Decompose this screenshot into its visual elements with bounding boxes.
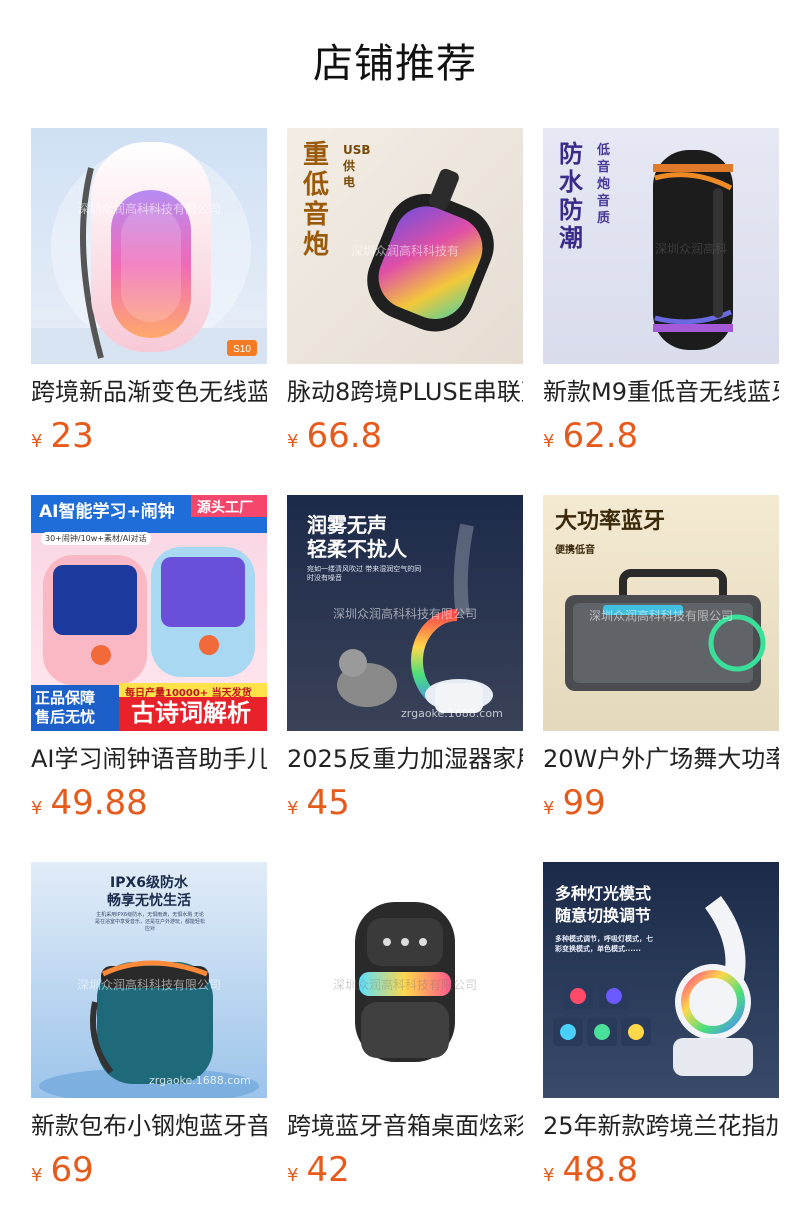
image-headline: 重低音炮	[303, 140, 330, 260]
image-subline: 随意切换调节	[555, 906, 652, 925]
product-name[interactable]: 新款包布小钢炮蓝牙音箱	[31, 1110, 267, 1142]
price-value: 66.8	[306, 416, 383, 456]
page-title: 店铺推荐	[313, 41, 477, 87]
product-price: ¥62.8	[543, 416, 638, 456]
image-side-text: USB供电	[343, 143, 371, 189]
image-headline: 润雾无声	[307, 513, 387, 537]
product-price: ¥48.8	[543, 1150, 638, 1190]
product-image[interactable]: 深圳众润高科科技有限公司	[287, 862, 523, 1098]
product-card[interactable]: 润雾无声 轻柔不扰人 宛如一缕清风吹过 带来湿润空气的同时没有噪音 深圳众润高科…	[287, 495, 523, 825]
badge-text: S10	[233, 344, 251, 355]
product-name[interactable]: AI学习闹钟语音助手儿童	[31, 743, 267, 775]
banner-text: 古诗词解析	[131, 699, 251, 727]
product-card[interactable]: 深圳众润高科科技有限公司 跨境蓝牙音箱桌面炫彩灯 ¥42	[287, 862, 523, 1192]
price-value: 45	[306, 783, 350, 823]
product-price: ¥66.8	[287, 416, 382, 456]
product-image[interactable]: IPX6级防水 畅享无忧生活 主机采用IPX6级防水，无惧雨滴，无惧水溅 无论是…	[31, 862, 267, 1098]
product-card[interactable]: 多种灯光模式 随意切换调节 多种模式调节，呼吸灯模式，七彩变换模式，单色模式..…	[543, 862, 779, 1192]
product-image[interactable]: 大功率蓝牙 便携低音 深圳众润高科科技有限公司	[543, 495, 779, 731]
product-image[interactable]: 多种灯光模式 随意切换调节 多种模式调节，呼吸灯模式，七彩变换模式，单色模式..…	[543, 862, 779, 1098]
price-value: 99	[562, 783, 606, 823]
currency-symbol: ¥	[287, 798, 299, 819]
image-subline: 畅享无忧生活	[107, 893, 191, 909]
currency-symbol: ¥	[543, 798, 555, 819]
product-price: ¥23	[31, 416, 94, 456]
image-note: 主机采用IPX6级防水，无惧雨滴，无惧水溅 无论是在浴室中享受音乐，还是在户外游…	[95, 912, 206, 932]
product-card[interactable]: AI智能学习+闹钟 30+闹钟/10w+素材/AI对话 源头工厂 正品保障 售后…	[31, 495, 267, 825]
price-value: 62.8	[562, 416, 639, 456]
price-value: 42	[306, 1150, 350, 1190]
product-name[interactable]: 20W户外广场舞大功率音箱	[543, 743, 779, 775]
shop-url: zrgaoke.1688.com	[149, 1074, 251, 1087]
product-card[interactable]: 重低音炮 USB供电 深圳众润高科科技有 脉动8跨境PLUSE串联蓝牙音箱 ¥6…	[287, 128, 523, 458]
image-side-text: 低音炮音质	[597, 143, 611, 226]
product-price: ¥42	[287, 1150, 350, 1190]
product-name[interactable]: 跨境新品渐变色无线蓝牙音箱	[31, 376, 267, 408]
currency-symbol: ¥	[31, 798, 43, 819]
product-price: ¥99	[543, 783, 606, 823]
price-value: 48.8	[562, 1150, 639, 1190]
image-subline: 便携低音	[555, 545, 595, 556]
image-headline: 大功率蓝牙	[555, 509, 666, 534]
image-headline: IPX6级防水	[109, 875, 188, 891]
product-image[interactable]: S10 深圳众润高科科技有限公司	[31, 128, 267, 364]
product-price: ¥69	[31, 1150, 94, 1190]
product-name[interactable]: 2025反重力加湿器家用	[287, 743, 523, 775]
product-image[interactable]: 润雾无声 轻柔不扰人 宛如一缕清风吹过 带来湿润空气的同时没有噪音 深圳众润高科…	[287, 495, 523, 731]
product-name[interactable]: 新款M9重低音无线蓝牙音箱	[543, 376, 779, 408]
product-card[interactable]: 防水防潮 低音炮音质 深圳众润高科 新款M9重低音无线蓝牙音箱 ¥62.8	[543, 128, 779, 458]
image-headline: 防水防潮	[559, 140, 583, 252]
image-note: 多种模式调节，呼吸灯模式，七彩变换模式，单色模式......	[555, 935, 653, 953]
image-subline: 轻柔不扰人	[307, 537, 407, 561]
product-card[interactable]: 大功率蓝牙 便携低音 深圳众润高科科技有限公司 20W户外广场舞大功率音箱 ¥9…	[543, 495, 779, 825]
product-image[interactable]: 重低音炮 USB供电 深圳众润高科科技有	[287, 128, 523, 364]
product-name[interactable]: 25年新款跨境兰花指加湿器	[543, 1110, 779, 1142]
product-price: ¥45	[287, 783, 350, 823]
currency-symbol: ¥	[287, 1165, 299, 1186]
product-name[interactable]: 脉动8跨境PLUSE串联蓝牙音箱	[287, 376, 523, 408]
currency-symbol: ¥	[287, 431, 299, 452]
price-value: 49.88	[50, 783, 148, 823]
image-note: 宛如一缕清风吹过 带来湿润空气的同时没有噪音	[307, 565, 422, 582]
product-image[interactable]: AI智能学习+闹钟 30+闹钟/10w+素材/AI对话 源头工厂 正品保障 售后…	[31, 495, 267, 731]
currency-symbol: ¥	[31, 1165, 43, 1186]
product-card[interactable]: S10 深圳众润高科科技有限公司 跨境新品渐变色无线蓝牙音箱 ¥23	[31, 128, 267, 458]
image-headline: 多种灯光模式	[555, 884, 652, 903]
price-value: 69	[50, 1150, 94, 1190]
price-value: 23	[50, 416, 94, 456]
product-name[interactable]: 跨境蓝牙音箱桌面炫彩灯	[287, 1110, 523, 1142]
currency-symbol: ¥	[543, 431, 555, 452]
guarantee-badge: 正品保障 售后无忧	[35, 689, 96, 726]
product-card[interactable]: IPX6级防水 畅享无忧生活 主机采用IPX6级防水，无惧雨滴，无惧水溅 无论是…	[31, 862, 267, 1192]
image-headline: AI智能学习+闹钟	[39, 502, 175, 522]
product-price: ¥49.88	[31, 783, 148, 823]
shop-url: zrgaoke.1688.com	[401, 707, 503, 720]
image-subline: 30+闹钟/10w+素材/AI对话	[41, 532, 151, 545]
corner-label: 源头工厂	[197, 500, 253, 516]
currency-symbol: ¥	[543, 1165, 555, 1186]
banner-top: 每日产量10000+ 当天发货	[125, 688, 252, 699]
currency-symbol: ¥	[31, 431, 43, 452]
product-image[interactable]: 防水防潮 低音炮音质 深圳众润高科	[543, 128, 779, 364]
